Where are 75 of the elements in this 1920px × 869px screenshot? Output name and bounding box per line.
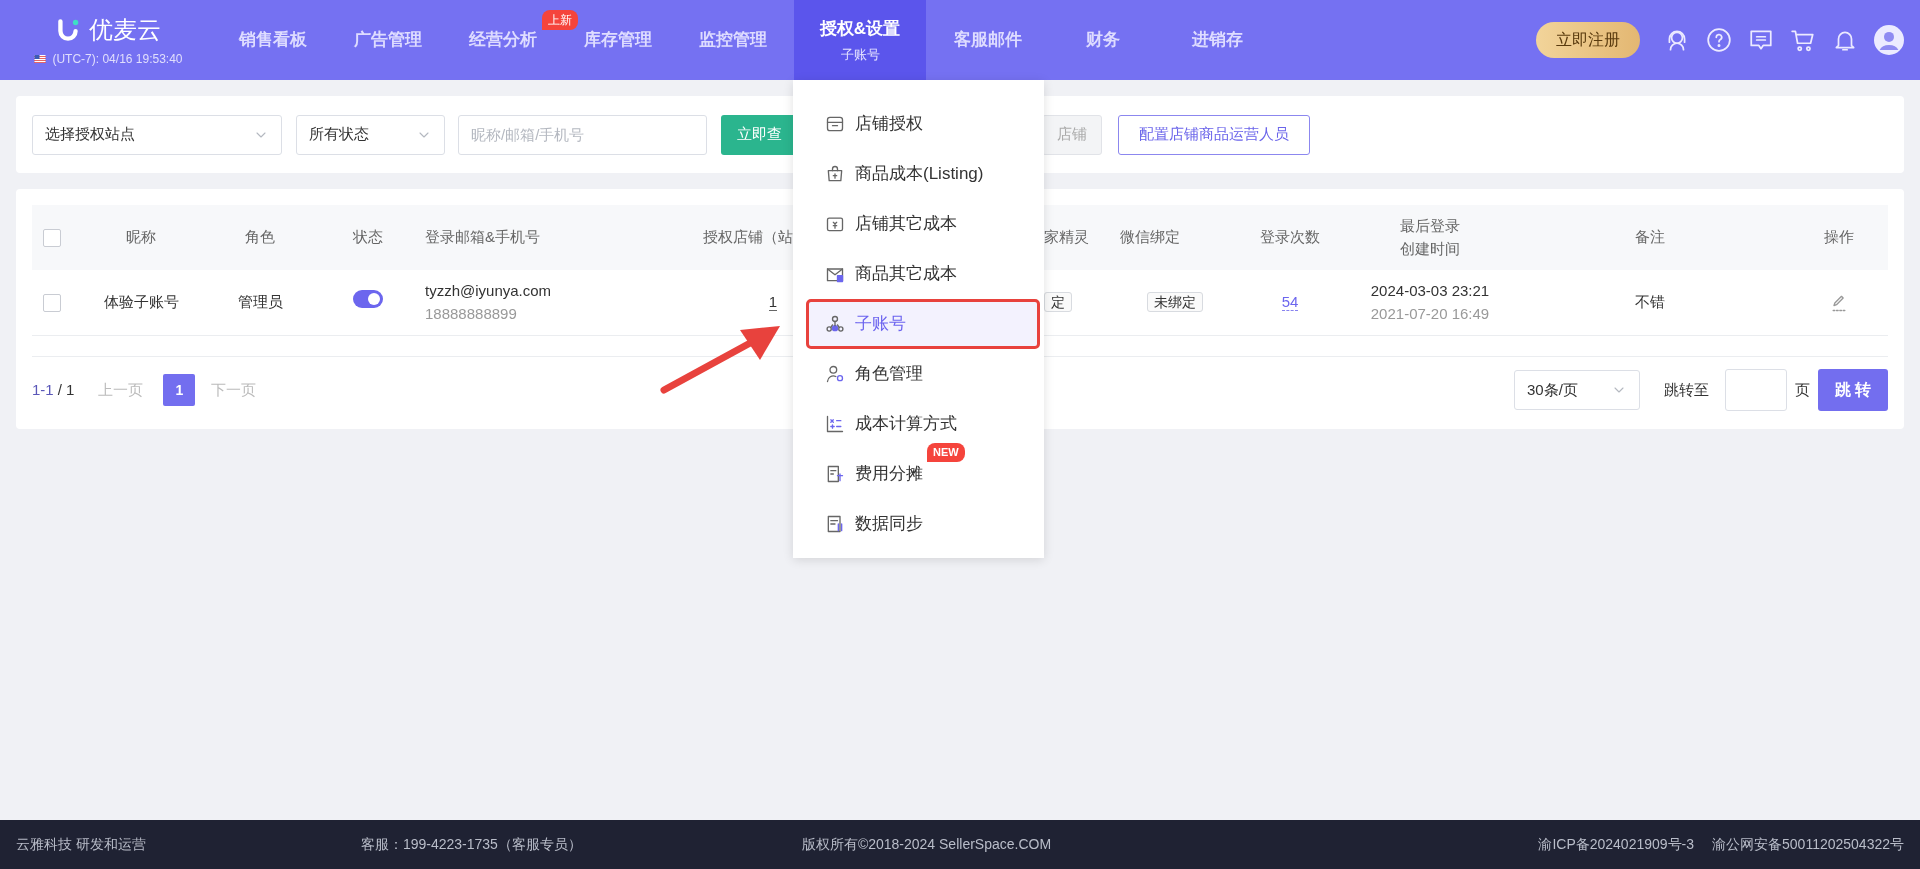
column-header: 登录邮箱&手机号 (425, 228, 540, 246)
nav-tab[interactable]: 销售看板 (215, 0, 330, 80)
column-header: 家精灵 (1044, 228, 1089, 246)
page-range: 1-1 (32, 379, 54, 400)
column-header: 授权店铺（站 (703, 228, 793, 246)
footer-text: 版权所有©2018-2024 SellerSpace.COM (801, 835, 1052, 854)
menu-item[interactable]: 角色管理 (806, 349, 1040, 399)
column-header: 昵称 (126, 228, 156, 246)
footer-text: 云雅科技 研发和运营 (16, 835, 146, 854)
nav-tab[interactable]: 监控管理 (675, 0, 790, 80)
table-cell-text: 2024-03-03 23:21 (1369, 281, 1491, 301)
checkbox[interactable] (43, 293, 61, 312)
jump-button[interactable]: 跳 转 (1818, 369, 1888, 411)
column-header: 操作 (1824, 228, 1854, 246)
page-number-button[interactable]: 1 (163, 374, 196, 406)
table-cell: 管理员 (237, 293, 283, 311)
bag-icon (825, 164, 845, 184)
table-cell: 不错 (1635, 293, 1665, 311)
site-select[interactable]: 选择授权站点 (32, 114, 282, 155)
bind-status-tag: 定 (1044, 292, 1072, 313)
menu-item[interactable]: 子账号 (806, 299, 1040, 349)
nav-tab[interactable]: 授权&设置 子账号 (794, 0, 926, 80)
nav-subtitle: 子账号 (840, 46, 880, 64)
clock-text: (UTC-7): 04/16 19:53:40 (52, 51, 183, 68)
logo-text: 优麦云 (88, 15, 161, 45)
column-header: 角色 (245, 228, 275, 246)
page-unit-label: 页 (1795, 379, 1810, 400)
footer-text: 渝公网安备50011202504322号 (1712, 835, 1904, 854)
column-header: 状态 (352, 228, 383, 246)
page-total: / 1 (57, 379, 75, 400)
column-header: 创建时间 (1399, 238, 1461, 259)
help-icon[interactable] (1706, 27, 1732, 53)
store-icon (825, 114, 845, 134)
nav-tab[interactable]: 客服邮件 (930, 0, 1045, 80)
table-cell: 体验子账号 (103, 293, 179, 311)
user-gear-icon (825, 364, 845, 384)
nav-tab[interactable]: 广告管理 (330, 0, 445, 80)
config-button[interactable]: 配置店铺商品运营人员 (1118, 114, 1310, 155)
calculator-icon (825, 414, 845, 434)
login-count-link[interactable]: 54 (1281, 293, 1299, 312)
register-button[interactable]: 立即注册 (1536, 22, 1640, 58)
sync-list-icon (825, 514, 845, 534)
query-button[interactable]: 立即查 (721, 114, 795, 155)
flag-icon (32, 53, 49, 65)
status-select[interactable]: 所有状态 (296, 114, 445, 155)
avatar-icon[interactable] (1874, 25, 1904, 55)
wechat-status-tag: 未绑定 (1147, 292, 1203, 313)
new-badge: NEW (927, 443, 965, 462)
menu-item[interactable]: 店铺授权 (806, 99, 1040, 149)
checkbox[interactable] (43, 228, 61, 247)
page-number-field[interactable] (1725, 369, 1787, 411)
menu-item[interactable]: 商品其它成本 (806, 249, 1040, 299)
menu-item[interactable]: 店铺其它成本 (806, 199, 1040, 249)
table-cell-text: tyzzh@iyunya.com (425, 281, 553, 301)
footer-text: 客服：199-4223-1735（客服专员） (360, 835, 582, 854)
column-header: 微信绑定 (1120, 228, 1180, 246)
menu-item[interactable]: 商品成本(Listing) (806, 149, 1040, 199)
footer-text: 渝ICP备2024021909号-3 (1538, 835, 1695, 854)
document-split-icon (825, 464, 845, 484)
hierarchy-icon (825, 314, 845, 334)
column-header: 最后登录 (1399, 216, 1461, 236)
page-size-select[interactable]: 30条/页 (1514, 370, 1640, 410)
new-badge: 上新 (542, 10, 578, 30)
column-header: 登录次数 (1260, 228, 1320, 246)
table-cell-text: 2021-07-20 16:49 (1369, 303, 1491, 324)
table-cell-text: 18888888899 (425, 303, 518, 324)
status-toggle[interactable] (352, 290, 383, 309)
cart-icon[interactable] (1790, 27, 1816, 53)
store-count-link[interactable]: 1 (768, 293, 777, 312)
search-field[interactable]: 昵称/邮箱/手机号 (458, 114, 707, 155)
jump-label: 跳转至 (1664, 379, 1709, 400)
menu-item[interactable]: 数据同步 (806, 499, 1040, 549)
nav-tab[interactable]: 进销存 (1160, 0, 1275, 80)
column-header: 备注 (1635, 228, 1665, 246)
nav-tab[interactable]: 财务 (1045, 0, 1160, 80)
